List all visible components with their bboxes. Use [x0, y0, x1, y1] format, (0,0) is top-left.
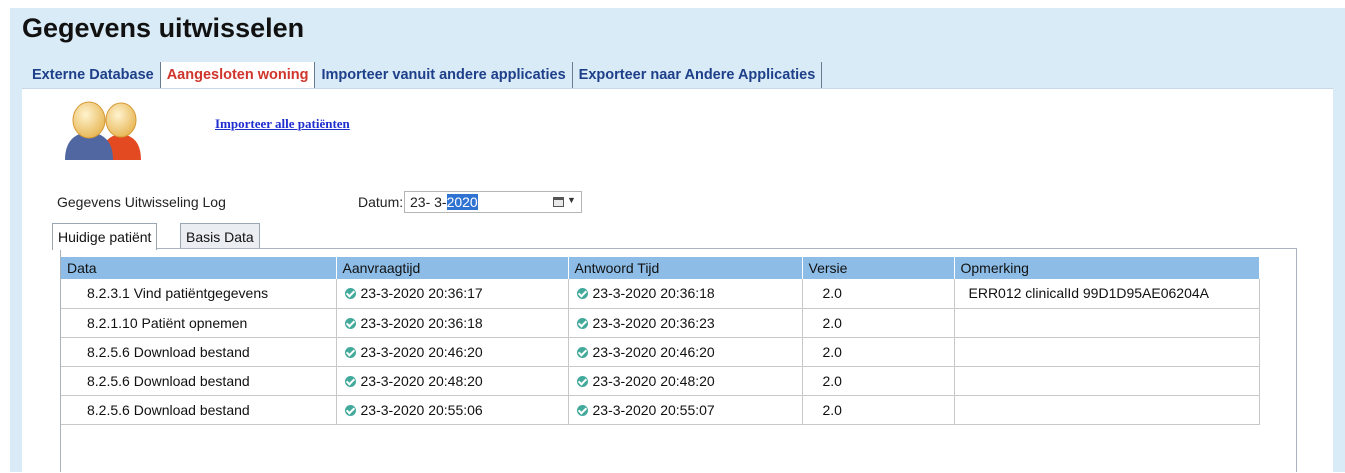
cell-data: 8.2.5.6 Download bestand — [61, 366, 337, 396]
cell-antwoord-tijd: 23-3-2020 20:55:07 — [568, 395, 803, 425]
tab-exporteer[interactable]: Exporteer naar Andere Applicaties — [573, 62, 823, 88]
check-circle-icon — [344, 317, 356, 329]
exchange-log-label: Gegevens Uitwisseling Log — [57, 194, 226, 210]
page-title: Gegevens uitwisselen — [22, 13, 305, 43]
tab-externe-database[interactable]: Externe Database — [26, 62, 161, 88]
column-header-opmerking[interactable]: Opmerking — [954, 257, 1260, 279]
tab-basis-data[interactable]: Basis Data — [180, 223, 260, 249]
cell-versie: 2.0 — [802, 366, 955, 396]
table-row[interactable]: 8.2.5.6 Download bestand 23-3-2020 20:46… — [61, 337, 1260, 367]
cell-aanvraagtijd: 23-3-2020 20:55:06 — [336, 395, 569, 425]
log-grid: Data Aanvraagtijd Antwoord Tijd Versie O… — [60, 248, 1297, 472]
check-circle-icon — [344, 288, 356, 300]
cell-opmerking — [954, 337, 1260, 367]
calendar-icon[interactable] — [553, 197, 564, 207]
log-table: Data Aanvraagtijd Antwoord Tijd Versie O… — [61, 257, 1260, 425]
cell-opmerking — [954, 308, 1260, 338]
check-circle-icon — [344, 375, 356, 387]
chevron-down-icon[interactable]: ▼ — [567, 195, 576, 205]
main-tabs: Externe Database Aangesloten woning Impo… — [26, 62, 823, 88]
column-header-antwoord-tijd[interactable]: Antwoord Tijd — [568, 257, 803, 279]
column-header-aanvraagtijd[interactable]: Aanvraagtijd — [336, 257, 569, 279]
tab-huidige-patient[interactable]: Huidige patiënt — [52, 223, 158, 250]
tab-importeer[interactable]: Importeer vanuit andere applicaties — [315, 62, 573, 88]
table-header-row: Data Aanvraagtijd Antwoord Tijd Versie O… — [61, 257, 1260, 279]
column-header-versie[interactable]: Versie — [802, 257, 955, 279]
cell-antwoord-tijd: 23-3-2020 20:46:20 — [568, 337, 803, 367]
date-value[interactable]: 23- 3-2020 — [410, 194, 478, 210]
cell-opmerking — [954, 395, 1260, 425]
cell-versie: 2.0 — [802, 308, 955, 338]
import-all-patients-link[interactable]: Importeer alle patiënten — [215, 116, 350, 132]
column-header-data[interactable]: Data — [61, 257, 337, 279]
check-circle-icon — [576, 404, 588, 416]
table-row[interactable]: 8.2.5.6 Download bestand 23-3-2020 20:55… — [61, 395, 1260, 425]
cell-data: 8.2.5.6 Download bestand — [61, 337, 337, 367]
cell-aanvraagtijd: 23-3-2020 20:48:20 — [336, 366, 569, 396]
cell-data: 8.2.3.1 Vind patiëntgegevens — [61, 279, 337, 309]
check-circle-icon — [576, 346, 588, 358]
check-circle-icon — [576, 317, 588, 329]
table-row[interactable]: 8.2.1.10 Patiënt opnemen 23-3-2020 20:36… — [61, 308, 1260, 338]
cell-aanvraagtijd: 23-3-2020 20:36:18 — [336, 308, 569, 338]
cell-versie: 2.0 — [802, 337, 955, 367]
cell-data: 8.2.5.6 Download bestand — [61, 395, 337, 425]
cell-antwoord-tijd: 23-3-2020 20:36:18 — [568, 279, 803, 309]
check-circle-icon — [344, 346, 356, 358]
cell-versie: 2.0 — [802, 279, 955, 309]
date-picker[interactable]: 23- 3-2020 ▼ — [404, 191, 582, 213]
users-icon — [65, 101, 141, 160]
cell-data: 8.2.1.10 Patiënt opnemen — [61, 308, 337, 338]
table-row[interactable]: 8.2.3.1 Vind patiëntgegevens 23-3-2020 2… — [61, 279, 1260, 309]
cell-opmerking: ERR012 clinicalId 99D1D95AE06204A — [954, 279, 1260, 309]
tab-aangesloten-woning[interactable]: Aangesloten woning — [160, 62, 316, 88]
check-circle-icon — [576, 288, 588, 300]
check-circle-icon — [576, 375, 588, 387]
cell-aanvraagtijd: 23-3-2020 20:46:20 — [336, 337, 569, 367]
table-row[interactable]: 8.2.5.6 Download bestand 23-3-2020 20:48… — [61, 366, 1260, 396]
cell-opmerking — [954, 366, 1260, 396]
cell-antwoord-tijd: 23-3-2020 20:36:23 — [568, 308, 803, 338]
cell-antwoord-tijd: 23-3-2020 20:48:20 — [568, 366, 803, 396]
date-label: Datum: — [358, 194, 404, 210]
cell-versie: 2.0 — [802, 395, 955, 425]
check-circle-icon — [344, 404, 356, 416]
cell-aanvraagtijd: 23-3-2020 20:36:17 — [336, 279, 569, 309]
